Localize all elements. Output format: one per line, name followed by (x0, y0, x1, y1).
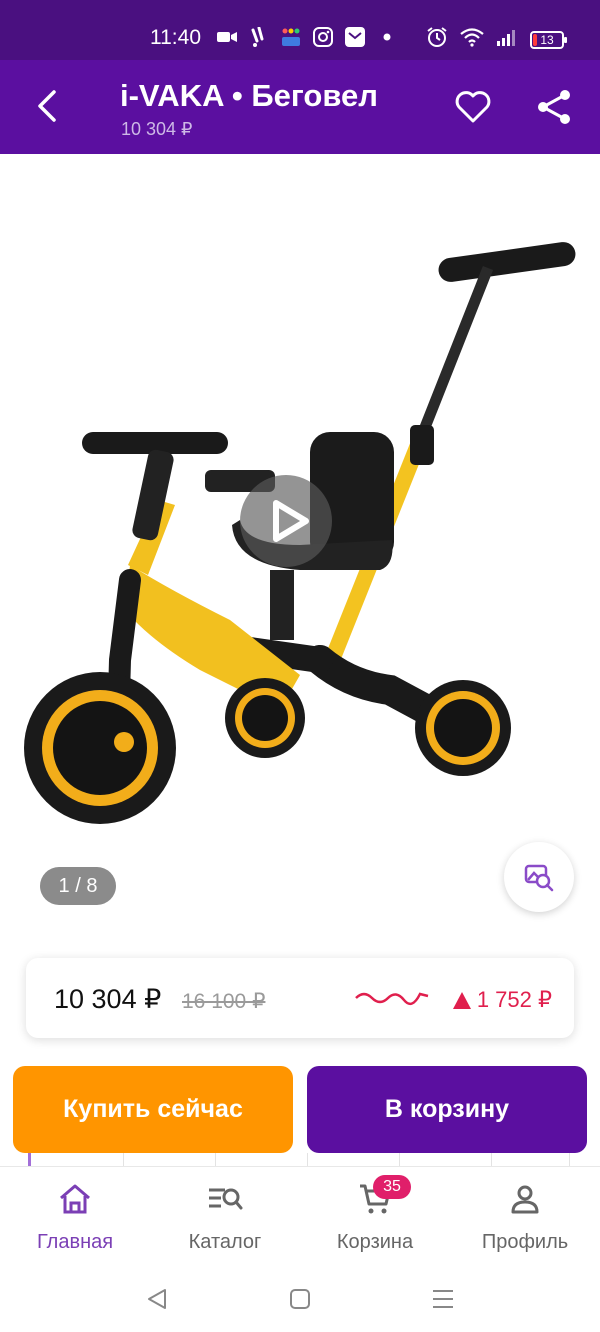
notification-icon (248, 26, 270, 48)
back-button[interactable] (30, 88, 66, 124)
bottom-navigation: Главная Каталог 35 Корзина Профиль (0, 1166, 600, 1266)
system-home-button[interactable] (285, 1284, 315, 1314)
wifi-icon (460, 27, 484, 52)
catalog-search-icon (205, 1179, 245, 1219)
nav-cart[interactable]: 35 Корзина (300, 1175, 450, 1254)
play-icon (273, 500, 309, 542)
dot-icon (376, 26, 398, 48)
status-time: 11:40 (150, 26, 201, 49)
visual-search-button[interactable] (504, 842, 574, 912)
heart-icon (455, 91, 491, 123)
cart-icon: 35 (355, 1175, 411, 1219)
mail-icon (344, 26, 366, 48)
nav-profile-label: Профиль (481, 1231, 569, 1253)
buy-now-button[interactable]: Купить сейчас (13, 1066, 293, 1153)
price-change-value: 1 752 ₽ (476, 987, 552, 1012)
nav-catalog[interactable]: Каталог (150, 1179, 300, 1254)
system-recents-button[interactable] (428, 1284, 458, 1314)
cart-badge: 35 (373, 1175, 411, 1199)
gallery-counter: 1 / 8 (40, 867, 116, 905)
favorite-button[interactable] (454, 88, 492, 126)
play-video-button[interactable] (240, 475, 332, 567)
profile-icon (505, 1179, 545, 1219)
back-arrow-icon (38, 90, 56, 122)
app-header: i-VAKA • Беговел 10 304 ₽ (0, 60, 600, 154)
price-history-wave-icon[interactable] (354, 988, 430, 1008)
arrow-up-icon (452, 991, 471, 1009)
nav-home-label: Главная (36, 1231, 114, 1253)
alarm-icon (426, 26, 448, 53)
detmir-icon (280, 26, 302, 48)
battery-level: 13 (540, 32, 554, 47)
system-navigation-bar (0, 1266, 600, 1332)
signal-icon (496, 28, 518, 51)
nav-home[interactable]: Главная (0, 1179, 150, 1254)
nav-catalog-label: Каталог (188, 1231, 262, 1253)
page-title: i-VAKA • Беговел (120, 78, 378, 113)
triangle-back-icon (148, 1289, 166, 1309)
share-button[interactable] (535, 88, 573, 126)
camera-icon (216, 26, 238, 48)
nav-cart-label: Корзина (336, 1231, 414, 1253)
header-price: 10 304 ₽ (121, 119, 193, 139)
menu-lines-icon (433, 1290, 453, 1308)
related-products-peek (0, 1153, 600, 1167)
share-icon (538, 90, 570, 124)
current-price: 10 304 ₽ (54, 984, 162, 1014)
old-price: 16 100 ₽ (182, 990, 266, 1013)
price-change: 1 752 ₽ (452, 987, 552, 1013)
instagram-icon (312, 26, 334, 48)
system-back-button[interactable] (142, 1284, 172, 1314)
add-to-cart-button[interactable]: В корзину (307, 1066, 587, 1153)
image-search-icon (524, 864, 554, 892)
home-icon (55, 1179, 95, 1219)
status-bar: 11:40 13 (0, 0, 600, 60)
square-home-icon (290, 1289, 310, 1309)
nav-profile[interactable]: Профиль (450, 1179, 600, 1254)
battery-icon: 13 (530, 30, 567, 49)
price-card: 10 304 ₽ 16 100 ₽ 1 752 ₽ (26, 958, 574, 1038)
